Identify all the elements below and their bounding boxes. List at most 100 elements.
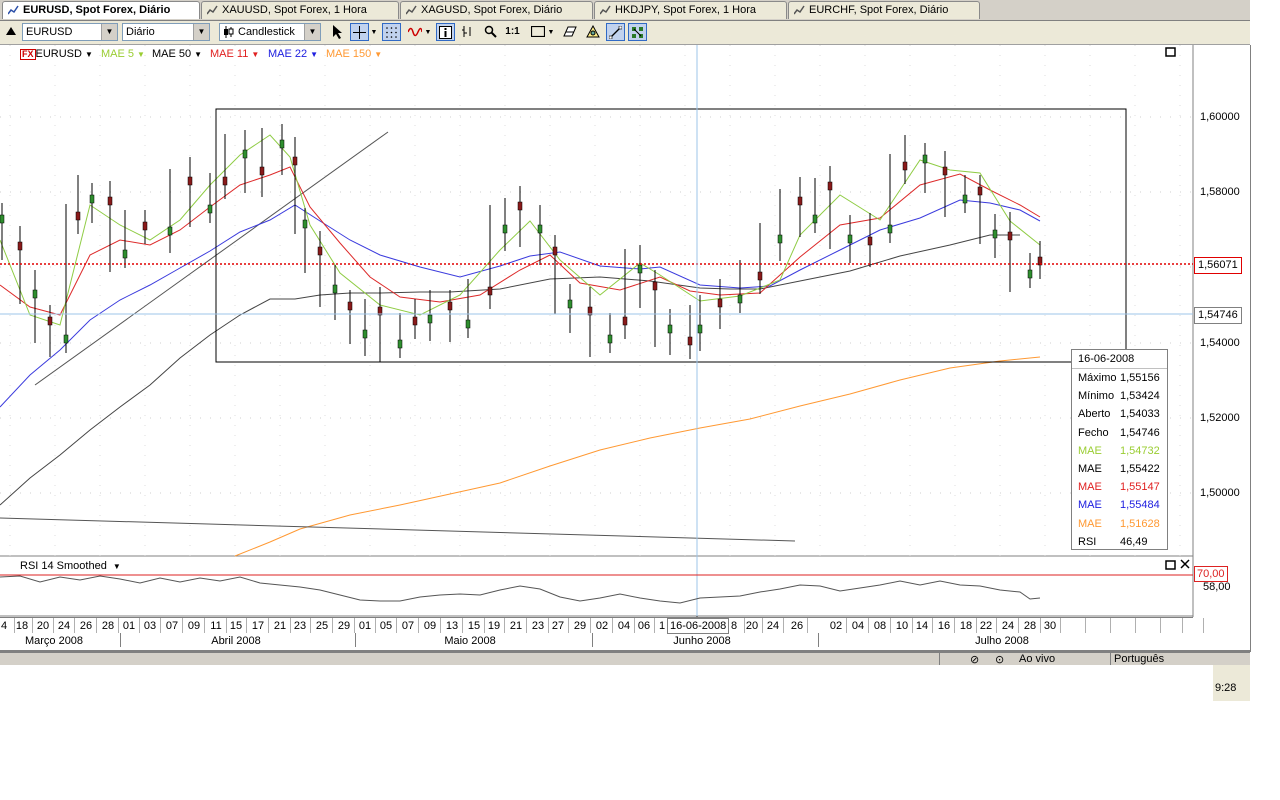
date-tick xyxy=(160,618,161,633)
date-tick-label: 20 xyxy=(745,620,759,632)
month-label: Maio 2008 xyxy=(444,635,496,647)
legend-symbol[interactable]: FX EURUSD ▼ xyxy=(20,47,93,61)
date-tick xyxy=(954,618,955,633)
legend-label: MAE 5 xyxy=(101,48,135,60)
date-tick-label: 18 xyxy=(959,620,973,632)
rectangle-tool-button[interactable] xyxy=(528,23,547,41)
zoom-button[interactable] xyxy=(481,23,500,41)
maximize-rsi-button[interactable] xyxy=(1165,560,1176,570)
chart-canvas[interactable] xyxy=(0,45,1250,650)
date-tick xyxy=(1040,618,1041,633)
period-select[interactable]: Diário ▼ xyxy=(122,23,210,41)
crosshair-icon xyxy=(353,26,366,39)
current-price-tag: 1,56071 xyxy=(1194,257,1242,274)
legend-label: MAE 11 xyxy=(210,48,249,60)
candle-body xyxy=(207,204,213,214)
date-tick xyxy=(204,618,205,633)
tab-eurchf[interactable]: EURCHF, Spot Forex, Diário xyxy=(788,1,980,19)
scroll-up-button[interactable] xyxy=(1,23,20,41)
date-tick-label: 26 xyxy=(790,620,804,632)
maximize-chart-button[interactable] xyxy=(1165,47,1176,57)
candle-body xyxy=(63,334,69,344)
date-tick-label: 21 xyxy=(273,620,287,632)
crosshair-options-button[interactable]: ▼ xyxy=(369,23,379,41)
chevron-down-icon: ▼ xyxy=(547,29,555,36)
month-label: Março 2008 xyxy=(24,635,84,647)
date-tick-label: 8 xyxy=(730,620,738,632)
pointer-tool-button[interactable] xyxy=(328,23,347,41)
date-tick xyxy=(868,618,869,633)
legend-mae-5[interactable]: MAE 5 ▼ xyxy=(101,47,145,61)
date-tick-label: 24 xyxy=(766,620,780,632)
tab-xauusd[interactable]: XAUUSD, Spot Forex, 1 Hora xyxy=(201,1,399,19)
date-tick xyxy=(762,618,763,633)
date-tick-label: 23 xyxy=(531,620,545,632)
date-tick-label: 27 xyxy=(551,620,565,632)
add-price-button[interactable] xyxy=(458,23,477,41)
date-tick xyxy=(418,618,419,633)
chart-type-select[interactable]: Candlestick ▼ xyxy=(219,23,321,41)
date-tick xyxy=(504,618,505,633)
candle-body xyxy=(537,224,543,234)
tab-xagusd[interactable]: XAGUSD, Spot Forex, Diário xyxy=(400,1,593,19)
candle-body xyxy=(812,214,818,224)
candle-body xyxy=(122,249,128,259)
tab-eurusd[interactable]: EURUSD, Spot Forex, Diário xyxy=(2,1,200,19)
chart-icon xyxy=(8,5,19,15)
candle-body xyxy=(279,139,285,149)
rsi-legend[interactable]: RSI 14 Smoothed ▼ xyxy=(20,560,121,572)
candle-body xyxy=(487,286,493,296)
language-status[interactable]: Português xyxy=(1114,653,1164,665)
date-tick xyxy=(310,618,311,633)
tab-hkdjpy[interactable]: HKDJPY, Spot Forex, 1 Hora xyxy=(594,1,787,19)
legend-mae-11[interactable]: MAE 11 ▼ xyxy=(210,47,259,61)
legend-mae-150[interactable]: MAE 150 ▼ xyxy=(326,47,382,61)
date-tick xyxy=(744,618,745,633)
objects-button[interactable] xyxy=(583,23,602,41)
date-tick-label: 21 xyxy=(509,620,523,632)
info-window-button[interactable] xyxy=(436,23,455,41)
indicators-button[interactable] xyxy=(405,23,424,41)
cursor-date-tag: 16-06-2008 xyxy=(667,618,730,634)
chart-toolbar: EURUSD ▼ Diário ▼ Candlestick ▼ ▼ ▼ 1:1 … xyxy=(0,21,1250,45)
candle-body xyxy=(47,316,53,326)
trend-line-tool-button[interactable] xyxy=(606,23,625,41)
date-tick xyxy=(484,618,485,633)
data-window-label: MAE xyxy=(1078,463,1102,475)
date-tick-label: 25 xyxy=(315,620,329,632)
date-tick xyxy=(14,618,15,633)
tab-label: EURUSD, Spot Forex, Diário xyxy=(23,4,171,16)
close-rsi-icon[interactable] xyxy=(1180,559,1190,569)
date-tick-label: 14 xyxy=(915,620,929,632)
live-status: Ao vivo xyxy=(1019,653,1056,665)
date-tick-label: 15 xyxy=(229,620,243,632)
shape-options-button[interactable]: ▼ xyxy=(546,23,556,41)
chevron-down-icon: ▼ xyxy=(84,50,93,59)
magnet-tool-button[interactable] xyxy=(628,23,647,41)
zoom-one-to-one-button[interactable]: 1:1 xyxy=(503,23,522,41)
indicators-options-button[interactable]: ▼ xyxy=(423,23,433,41)
legend-label: MAE 22 xyxy=(268,48,308,60)
grid-toggle-button[interactable] xyxy=(382,23,401,41)
candlestick-icon xyxy=(224,26,234,38)
candle-body xyxy=(292,156,298,166)
rsi-line xyxy=(0,575,1041,604)
legend-label: MAE 50 xyxy=(152,48,192,60)
date-tick-label: 29 xyxy=(337,620,351,632)
legend-mae-22[interactable]: MAE 22 ▼ xyxy=(268,47,318,61)
crosshair-tool-button[interactable] xyxy=(350,23,369,41)
legend-label: MAE 150 xyxy=(326,48,372,60)
data-window-label: Mínimo xyxy=(1078,390,1115,403)
date-tick-label: 29 xyxy=(573,620,587,632)
candle-body xyxy=(502,224,508,234)
candle-body xyxy=(1007,231,1013,241)
candle-body xyxy=(447,301,453,311)
candle-body xyxy=(412,316,418,326)
symbol-select[interactable]: EURUSD ▼ xyxy=(22,23,118,41)
legend-mae-50[interactable]: MAE 50 ▼ xyxy=(152,47,202,61)
eraser-button[interactable] xyxy=(560,23,579,41)
date-tick-label: 20 xyxy=(36,620,50,632)
date-tick xyxy=(32,618,33,633)
date-tick-label: 04 xyxy=(851,620,865,632)
candle-body xyxy=(607,334,613,344)
